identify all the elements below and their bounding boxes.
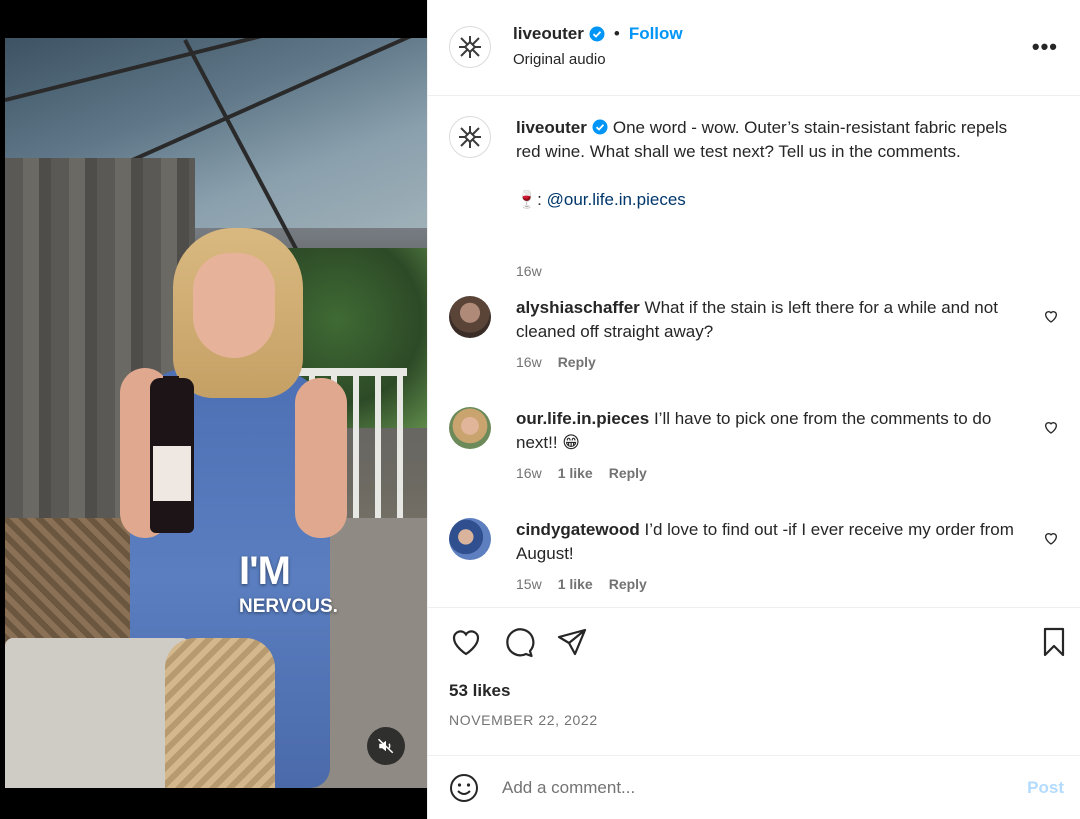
caption-mention-link[interactable]: @our.life.in.pieces — [547, 190, 686, 209]
post-details-panel: liveouter • Follow Original audio ••• li… — [427, 0, 1080, 819]
comment-body: alyshiaschaffer What if the stain is lef… — [516, 296, 1036, 344]
comment-likes-count[interactable]: 1 like — [558, 576, 593, 592]
video-caption-small: NERVOUS. — [239, 596, 338, 617]
caption-text-block: liveouter One word - wow. Outer’s stain-r… — [516, 116, 1036, 212]
mute-toggle-button[interactable] — [367, 727, 405, 765]
post-date[interactable]: NOVEMBER 22, 2022 — [449, 712, 598, 728]
header-separator: • — [613, 24, 620, 43]
comment-body: cindygatewood I’d love to find out -if I… — [516, 518, 1036, 566]
author-avatar[interactable] — [449, 26, 491, 68]
comment-meta: 16w 1 like Reply — [516, 465, 647, 481]
commenter-avatar[interactable] — [449, 407, 491, 449]
post-comment-button[interactable]: Post — [1027, 778, 1064, 798]
caption-author-avatar[interactable] — [449, 116, 491, 158]
comment-like-icon[interactable] — [1043, 419, 1059, 435]
video-player[interactable]: I'M NERVOUS. — [5, 38, 427, 788]
paper-plane-icon[interactable] — [555, 625, 589, 659]
comment-bubble-icon[interactable] — [502, 625, 536, 659]
likes-count[interactable]: 53 likes — [449, 681, 510, 701]
caption-username[interactable]: liveouter — [516, 118, 587, 137]
comment-likes-count[interactable]: 1 like — [558, 465, 593, 481]
comment-like-icon[interactable] — [1043, 308, 1059, 324]
smiley-icon[interactable] — [448, 772, 480, 804]
outer-logo-icon — [459, 36, 481, 58]
caption-body: One word - wow. Outer’s stain-resistant … — [516, 118, 1008, 161]
caption-credit: 🍷: @our.life.in.pieces — [516, 188, 1036, 212]
add-comment-input[interactable] — [502, 772, 1002, 804]
comment-timestamp[interactable]: 16w — [516, 354, 542, 370]
comment-meta: 15w 1 like Reply — [516, 576, 647, 592]
commenter-avatar[interactable] — [449, 518, 491, 560]
more-options-button[interactable]: ••• — [1032, 34, 1058, 60]
wine-glass-icon: 🍷 — [516, 190, 538, 209]
video-caption-big: I'M — [239, 549, 291, 593]
header-title-row: liveouter • Follow — [513, 24, 683, 44]
video-scene-wicker-arm — [165, 638, 275, 788]
video-caption-overlay: I'M NERVOUS. — [239, 550, 338, 618]
video-scene-cushion — [5, 638, 190, 788]
comment-item: alyshiaschaffer What if the stain is lef… — [449, 296, 1059, 386]
comment-timestamp[interactable]: 16w — [516, 465, 542, 481]
commenter-username[interactable]: cindygatewood — [516, 520, 640, 539]
comment-reply-button[interactable]: Reply — [609, 576, 647, 592]
commenter-username[interactable]: our.life.in.pieces — [516, 409, 649, 428]
comment-item: cindygatewood I’d love to find out -if I… — [449, 518, 1059, 608]
video-person-arm — [295, 378, 347, 538]
comment-body: our.life.in.pieces I’ll have to pick one… — [516, 407, 1036, 455]
follow-button[interactable]: Follow — [629, 24, 683, 44]
caption-credit-separator: : — [537, 190, 547, 209]
post-header: liveouter • Follow Original audio ••• — [428, 0, 1080, 96]
comment-meta: 16w Reply — [516, 354, 596, 370]
comment-item: our.life.in.pieces I’ll have to pick one… — [449, 407, 1059, 497]
comment-reply-button[interactable]: Reply — [558, 354, 596, 370]
author-username[interactable]: liveouter — [513, 24, 584, 44]
speaker-muted-icon — [377, 738, 394, 754]
verified-badge-icon — [589, 26, 605, 42]
video-pane[interactable]: I'M NERVOUS. — [0, 0, 427, 819]
wine-bottle-label — [153, 446, 191, 501]
heart-icon[interactable] — [449, 625, 483, 659]
commenter-username[interactable]: alyshiaschaffer — [516, 298, 640, 317]
verified-badge-icon — [592, 119, 608, 135]
post-action-bar — [449, 625, 1069, 659]
comment-reply-button[interactable]: Reply — [609, 465, 647, 481]
comments-section[interactable]: liveouter One word - wow. Outer’s stain-r… — [428, 96, 1080, 608]
video-person-face — [193, 253, 275, 358]
original-audio-link[interactable]: Original audio — [513, 51, 606, 68]
comment-like-icon[interactable] — [1043, 530, 1059, 546]
commenter-avatar[interactable] — [449, 296, 491, 338]
outer-logo-icon — [459, 126, 481, 148]
add-comment-bar: Post — [428, 755, 1080, 819]
bookmark-icon[interactable] — [1037, 625, 1071, 659]
comment-timestamp[interactable]: 15w — [516, 576, 542, 592]
caption-timestamp[interactable]: 16w — [516, 263, 542, 279]
